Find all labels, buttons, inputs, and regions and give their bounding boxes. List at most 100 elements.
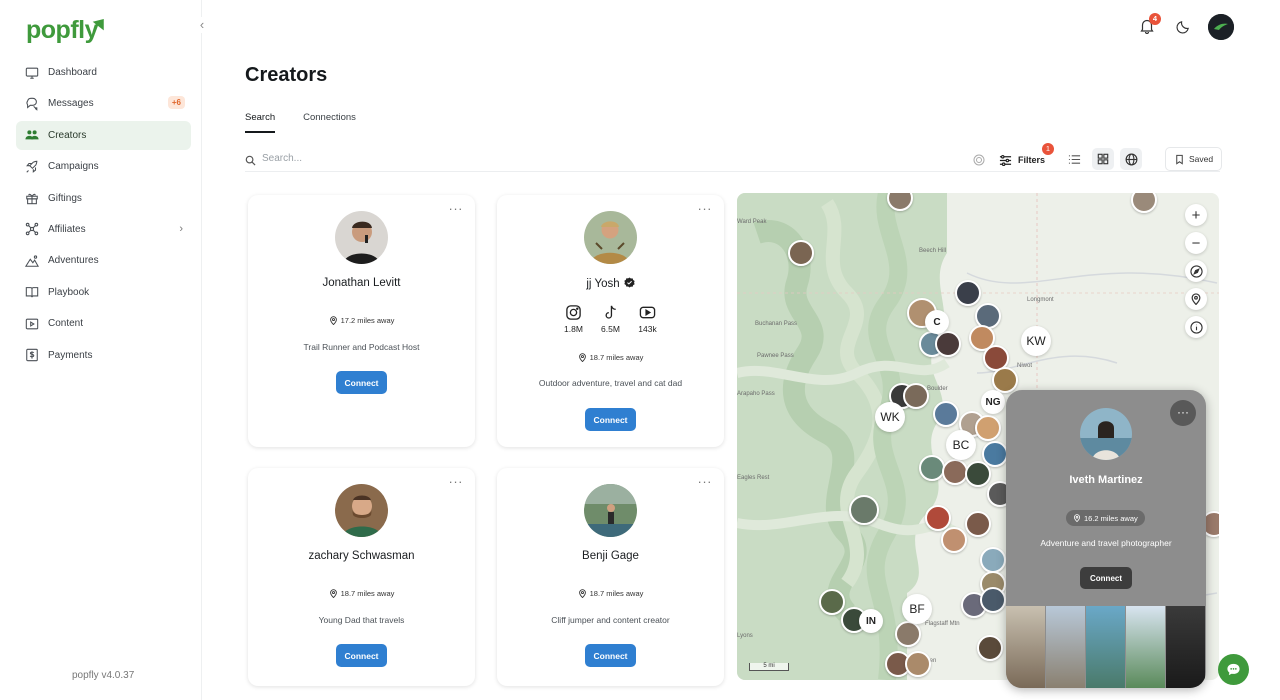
ai-search-icon[interactable] bbox=[973, 154, 985, 166]
map-place-label: Pawnee Pass bbox=[757, 353, 794, 359]
creator-map-pin[interactable] bbox=[992, 367, 1018, 393]
sidebar-item-label: Creators bbox=[48, 129, 87, 141]
locate-button[interactable] bbox=[1185, 288, 1207, 310]
instagram-stat[interactable]: 1.8M bbox=[562, 304, 586, 334]
more-options-icon[interactable]: ··· bbox=[449, 201, 464, 216]
sidebar-item-giftings[interactable]: Giftings bbox=[16, 184, 191, 213]
chat-bubble-icon bbox=[1227, 663, 1240, 676]
creator-initials-pin[interactable]: C bbox=[925, 310, 949, 334]
search-input[interactable] bbox=[262, 153, 862, 164]
tab-connections[interactable]: Connections bbox=[303, 112, 356, 133]
sidebar-item-affiliates[interactable]: Affiliates › bbox=[16, 215, 191, 244]
zoom-out-button[interactable]: − bbox=[1185, 232, 1207, 254]
creator-initials-pin[interactable]: WK bbox=[875, 402, 905, 432]
content-thumbnail[interactable] bbox=[1126, 606, 1165, 688]
more-options-icon[interactable]: ··· bbox=[449, 474, 464, 489]
popup-connect-button[interactable]: Connect bbox=[1080, 567, 1132, 589]
more-options-icon[interactable]: ··· bbox=[698, 474, 713, 489]
list-view-button[interactable] bbox=[1063, 148, 1085, 170]
sidebar-item-content[interactable]: Content bbox=[16, 309, 191, 338]
connect-button[interactable]: Connect bbox=[585, 644, 636, 667]
creator-map-pin[interactable] bbox=[977, 635, 1003, 661]
connect-button[interactable]: Connect bbox=[336, 371, 387, 394]
content-thumbnail[interactable] bbox=[1166, 606, 1205, 688]
sidebar-item-label: Affiliates bbox=[48, 223, 86, 235]
compass-button[interactable] bbox=[1185, 260, 1207, 282]
creator-map-pin[interactable] bbox=[905, 651, 931, 677]
content-thumbnail[interactable] bbox=[1046, 606, 1085, 688]
creator-map-pin[interactable] bbox=[919, 455, 945, 481]
creator-card[interactable]: ··· Benji Gage 18.7 miles away Cliff jum… bbox=[497, 468, 724, 686]
tab-search[interactable]: Search bbox=[245, 112, 276, 133]
sidebar-item-messages[interactable]: Messages +6 bbox=[16, 89, 191, 118]
creator-map-pin[interactable] bbox=[925, 505, 951, 531]
sidebar-item-creators[interactable]: Creators bbox=[16, 120, 191, 150]
info-button[interactable] bbox=[1185, 316, 1207, 338]
creator-card[interactable]: ··· Jonathan Levitt 17.2 miles away Trai… bbox=[248, 195, 475, 447]
creator-initials-pin[interactable]: IN bbox=[859, 609, 883, 633]
saved-label: Saved bbox=[1189, 154, 1214, 164]
creator-map-pin[interactable] bbox=[903, 383, 929, 409]
sidebar-item-payments[interactable]: Payments bbox=[16, 341, 191, 370]
connect-button[interactable]: Connect bbox=[336, 644, 387, 667]
more-options-icon[interactable]: ··· bbox=[1170, 400, 1196, 426]
creator-map-pin[interactable] bbox=[819, 589, 845, 615]
creator-name: zachary Schwasman bbox=[308, 550, 415, 562]
creator-bio: Cliff jumper and content creator bbox=[551, 615, 670, 625]
youtube-count: 143k bbox=[638, 324, 657, 334]
creator-photo bbox=[335, 484, 388, 537]
content-thumbnail[interactable] bbox=[1006, 606, 1045, 688]
creator-map-pin[interactable] bbox=[980, 547, 1006, 573]
collapse-sidebar-button[interactable]: ‹ bbox=[195, 17, 209, 33]
creator-map-pin[interactable] bbox=[895, 621, 921, 647]
sliders-icon bbox=[999, 154, 1012, 166]
creator-initials-pin[interactable]: BF bbox=[902, 594, 932, 624]
youtube-stat[interactable]: 143k bbox=[636, 304, 660, 334]
map-place-label: Buchanan Pass bbox=[755, 321, 798, 327]
creator-map-pin[interactable] bbox=[965, 511, 991, 537]
sidebar-item-dashboard[interactable]: Dashboard bbox=[16, 58, 191, 87]
creator-map-pin[interactable] bbox=[849, 495, 879, 525]
creator-map-pin[interactable] bbox=[941, 527, 967, 553]
instagram-icon bbox=[566, 305, 581, 320]
creator-initials-pin[interactable]: NG bbox=[981, 390, 1005, 414]
sidebar-item-adventures[interactable]: Adventures bbox=[16, 246, 191, 275]
creator-map-pin[interactable] bbox=[980, 587, 1006, 613]
moon-icon[interactable] bbox=[1176, 19, 1191, 34]
youtube-icon bbox=[639, 306, 656, 319]
user-avatar[interactable] bbox=[1208, 14, 1234, 40]
creator-map-pin[interactable] bbox=[788, 240, 814, 266]
map-place-label: Arapaho Pass bbox=[737, 391, 775, 397]
creator-map-pin[interactable] bbox=[935, 331, 961, 357]
sidebar-item-campaigns[interactable]: Campaigns bbox=[16, 152, 191, 181]
tiktok-stat[interactable]: 6.5M bbox=[599, 304, 623, 334]
zoom-in-button[interactable]: + bbox=[1185, 204, 1207, 226]
creator-map-popup[interactable]: ··· Iveth Martinez 16.2 miles away Adven… bbox=[1006, 390, 1206, 688]
creator-map-pin[interactable] bbox=[955, 280, 981, 306]
location-pin-icon bbox=[1191, 293, 1201, 305]
creator-card[interactable]: ··· zachary Schwasman 18.7 miles away Yo… bbox=[248, 468, 475, 686]
filters-button[interactable]: Filters bbox=[999, 150, 1045, 170]
map-scale: 5 mi bbox=[749, 663, 789, 671]
popup-content-thumbnails bbox=[1006, 606, 1206, 688]
map-view-button[interactable] bbox=[1120, 148, 1142, 170]
creator-avatar bbox=[335, 211, 388, 264]
sidebar-item-playbook[interactable]: Playbook bbox=[16, 278, 191, 307]
creator-bio: Trail Runner and Podcast Host bbox=[303, 342, 420, 352]
more-options-icon[interactable]: ··· bbox=[698, 201, 713, 216]
chat-support-button[interactable] bbox=[1218, 654, 1249, 685]
creator-initials-pin[interactable]: KW bbox=[1021, 326, 1051, 356]
content-thumbnail[interactable] bbox=[1086, 606, 1125, 688]
creator-map-pin[interactable] bbox=[965, 461, 991, 487]
creator-initials-pin[interactable]: BC bbox=[946, 430, 976, 460]
popfly-logo[interactable]: popfly bbox=[26, 16, 99, 45]
grid-view-button[interactable] bbox=[1092, 148, 1114, 170]
monitor-icon bbox=[25, 67, 39, 79]
map-place-label: Longmont bbox=[1027, 297, 1054, 303]
creator-card[interactable]: ··· jj Yosh 1.8M 6.5M 143k 18.7 miles aw… bbox=[497, 195, 724, 447]
connect-button[interactable]: Connect bbox=[585, 408, 636, 431]
creator-map-pin[interactable] bbox=[975, 415, 1001, 441]
saved-button[interactable]: Saved bbox=[1165, 147, 1223, 171]
chat-icon bbox=[26, 97, 38, 111]
creator-map-pin[interactable] bbox=[933, 401, 959, 427]
